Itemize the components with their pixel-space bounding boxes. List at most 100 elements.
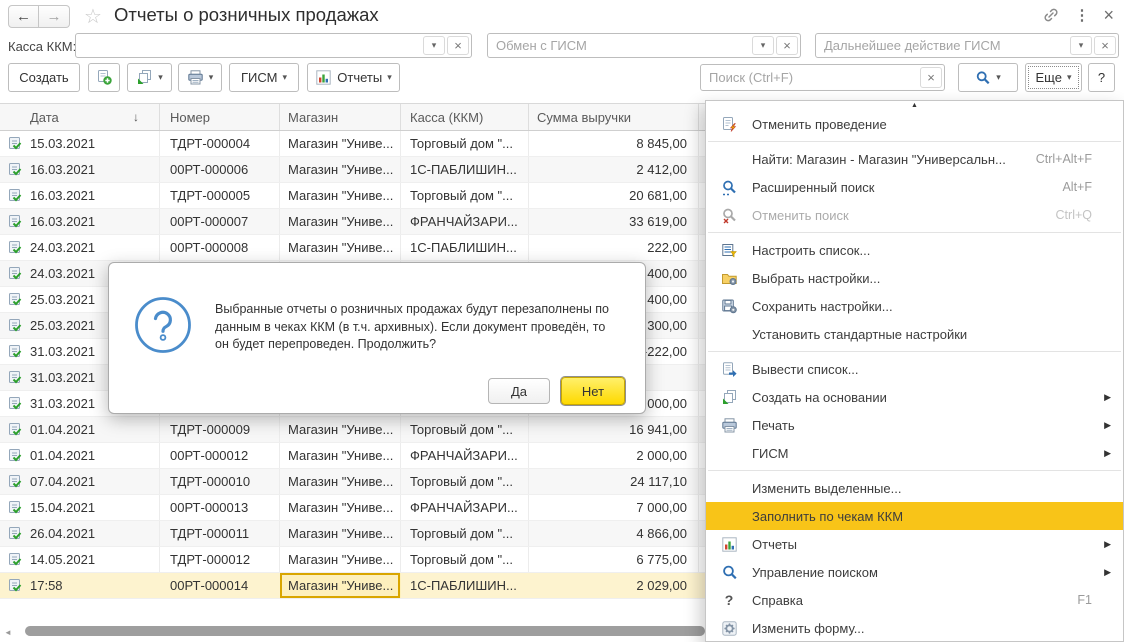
menu-item[interactable]: Вывести список... <box>706 355 1123 383</box>
cell-sum[interactable]: 7 000,00 <box>529 495 699 520</box>
favorite-star-icon[interactable]: ☆ <box>84 4 102 29</box>
create-button[interactable]: Создать <box>8 63 80 92</box>
print-button[interactable]: ▾ <box>178 63 222 92</box>
cell-date[interactable]: 16.03.2021 <box>0 183 160 208</box>
cell-sum[interactable]: 24 117,10 <box>529 469 699 494</box>
menu-item[interactable]: Сохранить настройки... <box>706 292 1123 320</box>
cell-store[interactable]: Магазин "Униве... <box>280 495 401 520</box>
cell-kassa[interactable]: Торговый дом "... <box>401 131 529 156</box>
cell-sum[interactable]: 2 000,00 <box>529 443 699 468</box>
cell-store[interactable]: Магазин "Униве... <box>280 131 401 156</box>
menu-item[interactable]: Выбрать настройки... <box>706 264 1123 292</box>
gism-menu-button[interactable]: ГИСМ▾ <box>229 63 299 92</box>
table-row[interactable]: 17:58 00РТ-000014 Магазин "Униве... 1С-П… <box>0 573 705 599</box>
cell-number[interactable]: ТДРТ-000004 <box>160 131 280 156</box>
create-new-document-button[interactable] <box>88 63 120 92</box>
cell-number[interactable]: ТДРТ-000010 <box>160 469 280 494</box>
table-row[interactable]: 16.03.2021 ТДРТ-000005 Магазин "Униве...… <box>0 183 705 209</box>
cell-date[interactable]: 07.04.2021 <box>0 469 160 494</box>
clear-icon[interactable]: × <box>776 36 798 55</box>
cell-number[interactable]: 00РТ-000014 <box>160 573 280 598</box>
cell-date[interactable]: 16.03.2021 <box>0 209 160 234</box>
no-button[interactable]: Нет <box>561 377 625 405</box>
table-row[interactable]: 15.04.2021 00РТ-000013 Магазин "Униве...… <box>0 495 705 521</box>
dropdown-icon[interactable]: ▾ <box>752 36 774 55</box>
help-button[interactable]: ? <box>1088 63 1115 92</box>
cell-number[interactable]: 00РТ-000007 <box>160 209 280 234</box>
kebab-menu-icon[interactable]: ⋮ <box>1074 6 1089 24</box>
table-row[interactable]: 16.03.2021 00РТ-000006 Магазин "Униве...… <box>0 157 705 183</box>
cell-kassa[interactable]: Торговый дом "... <box>401 547 529 572</box>
horizontal-scrollbar-thumb[interactable] <box>25 626 705 636</box>
menu-item[interactable]: Печать ▶ <box>706 411 1123 439</box>
copy-button[interactable]: ▾ <box>127 63 172 92</box>
menu-scroll-up[interactable]: ▲ <box>706 101 1123 110</box>
cell-kassa[interactable]: ФРАНЧАЙЗАРИ... <box>401 443 529 468</box>
search-button[interactable]: ▾ <box>958 63 1018 92</box>
cell-date[interactable]: 15.03.2021 <box>0 131 160 156</box>
menu-item[interactable]: Заполнить по чекам ККМ <box>706 502 1123 530</box>
menu-item[interactable]: ГИСМ ▶ <box>706 439 1123 467</box>
cell-sum[interactable]: 16 941,00 <box>529 417 699 442</box>
cell-number[interactable]: ТДРТ-000005 <box>160 183 280 208</box>
column-header-sum[interactable]: Сумма выручки <box>529 104 699 130</box>
menu-item[interactable]: Отменить проведение <box>706 110 1123 138</box>
menu-item[interactable]: Создать на основании ▶ <box>706 383 1123 411</box>
cell-date[interactable]: 01.04.2021 <box>0 443 160 468</box>
cell-store[interactable]: Магазин "Униве... <box>280 521 401 546</box>
cell-store[interactable]: Магазин "Униве... <box>280 183 401 208</box>
cell-store[interactable]: Магазин "Униве... <box>280 157 401 182</box>
cell-kassa[interactable]: Торговый дом "... <box>401 417 529 442</box>
cell-date[interactable]: 17:58 <box>0 573 160 598</box>
cell-date[interactable]: 15.04.2021 <box>0 495 160 520</box>
table-row[interactable]: 07.04.2021 ТДРТ-000010 Магазин "Униве...… <box>0 469 705 495</box>
cell-sum[interactable]: 222,00 <box>529 235 699 260</box>
cell-kassa[interactable]: 1С-ПАБЛИШИН... <box>401 235 529 260</box>
menu-item[interactable]: Установить стандартные настройки <box>706 320 1123 348</box>
more-button[interactable]: Еще▾ <box>1025 63 1082 92</box>
cell-sum[interactable]: 33 619,00 <box>529 209 699 234</box>
cell-date[interactable]: 24.03.2021 <box>0 235 160 260</box>
cell-sum[interactable]: 2 029,00 <box>529 573 699 598</box>
menu-item[interactable]: Найти: Магазин - Магазин "Универсальн...… <box>706 145 1123 173</box>
cell-store[interactable]: Магазин "Униве... <box>280 547 401 572</box>
cell-store[interactable]: Магазин "Униве... <box>280 573 401 598</box>
menu-item[interactable]: ? Справка F1 <box>706 586 1123 614</box>
cell-sum[interactable]: 20 681,00 <box>529 183 699 208</box>
column-header-date[interactable]: Дата↓ <box>0 104 160 130</box>
table-row[interactable]: 14.05.2021 ТДРТ-000012 Магазин "Униве...… <box>0 547 705 573</box>
cell-kassa[interactable]: 1С-ПАБЛИШИН... <box>401 573 529 598</box>
cell-store[interactable]: Магазин "Униве... <box>280 417 401 442</box>
cell-sum[interactable]: 2 412,00 <box>529 157 699 182</box>
menu-item[interactable]: Изменить форму... <box>706 614 1123 642</box>
menu-item[interactable]: Расширенный поиск Alt+F <box>706 173 1123 201</box>
gism-next-action-input[interactable] <box>816 34 1070 57</box>
cell-number[interactable]: 00РТ-000013 <box>160 495 280 520</box>
column-header-kassa[interactable]: Касса (ККМ) <box>401 104 529 130</box>
reports-menu-button[interactable]: Отчеты▾ <box>307 63 400 92</box>
kassa-kkm-input[interactable] <box>76 34 423 57</box>
cell-sum[interactable]: 6 775,00 <box>529 547 699 572</box>
cell-sum[interactable]: 4 866,00 <box>529 521 699 546</box>
search-input[interactable] <box>701 65 920 90</box>
back-button[interactable]: ← <box>8 5 39 28</box>
cell-date[interactable]: 01.04.2021 <box>0 417 160 442</box>
cell-kassa[interactable]: Торговый дом "... <box>401 521 529 546</box>
cell-kassa[interactable]: ФРАНЧАЙЗАРИ... <box>401 209 529 234</box>
clear-icon[interactable]: × <box>447 36 469 55</box>
table-row[interactable]: 15.03.2021 ТДРТ-000004 Магазин "Униве...… <box>0 131 705 157</box>
cell-number[interactable]: 00РТ-000012 <box>160 443 280 468</box>
scroll-left-icon[interactable]: ◄ <box>4 628 12 637</box>
menu-item[interactable]: Изменить выделенные... <box>706 474 1123 502</box>
clear-icon[interactable]: × <box>1094 36 1116 55</box>
cell-date[interactable]: 14.05.2021 <box>0 547 160 572</box>
cell-sum[interactable]: 8 845,00 <box>529 131 699 156</box>
table-row[interactable]: 01.04.2021 ТДРТ-000009 Магазин "Униве...… <box>0 417 705 443</box>
table-row[interactable]: 26.04.2021 ТДРТ-000011 Магазин "Униве...… <box>0 521 705 547</box>
gism-exchange-input[interactable] <box>488 34 752 57</box>
cell-store[interactable]: Магазин "Униве... <box>280 469 401 494</box>
cell-date[interactable]: 26.04.2021 <box>0 521 160 546</box>
cell-kassa[interactable]: ФРАНЧАЙЗАРИ... <box>401 495 529 520</box>
cell-number[interactable]: ТДРТ-000012 <box>160 547 280 572</box>
cell-kassa[interactable]: Торговый дом "... <box>401 183 529 208</box>
